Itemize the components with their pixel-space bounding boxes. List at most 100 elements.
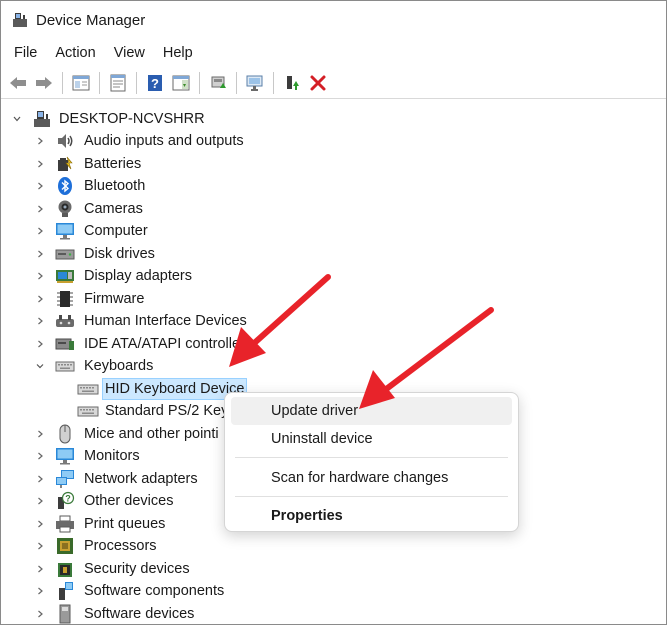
disk-drive-icon (55, 244, 75, 264)
action-pane-icon[interactable] (169, 71, 193, 95)
tree-item-label: Mice and other pointi (84, 426, 219, 442)
mouse-icon (55, 424, 75, 444)
tree-item-display-adapters[interactable]: Display adapters (34, 265, 194, 287)
tree-item-ide-ata-atapi-controllers[interactable]: IDE ATA/ATAPI controllers (34, 333, 254, 355)
menu-bar: File Action View Help (1, 41, 202, 65)
help-icon[interactable]: ? (143, 71, 167, 95)
chevron-right-icon[interactable] (34, 450, 46, 462)
chevron-down-icon[interactable] (11, 113, 23, 125)
chevron-right-icon[interactable] (34, 473, 46, 485)
tree-item-label: Processors (84, 538, 157, 554)
firmware-chip-icon (55, 289, 75, 309)
chevron-right-icon[interactable] (34, 585, 46, 597)
chevron-right-icon[interactable] (34, 180, 46, 192)
tree-item-other-devices[interactable]: ? Other devices (34, 490, 175, 512)
network-adapter-icon (55, 469, 75, 489)
tree-item-processors[interactable]: Processors (34, 535, 159, 557)
ide-controller-icon (55, 334, 75, 354)
context-menu-uninstall-device[interactable]: Uninstall device (231, 425, 512, 453)
context-menu-separator (235, 496, 508, 497)
tree-item-hid-keyboard-device[interactable]: HID Keyboard Device (77, 378, 248, 400)
tree-item-label: Security devices (84, 561, 190, 577)
battery-icon (55, 154, 75, 174)
forward-icon[interactable] (32, 71, 56, 95)
chevron-right-icon[interactable] (34, 225, 46, 237)
tree-item-disk-drives[interactable]: Disk drives (34, 243, 157, 265)
menu-help[interactable]: Help (154, 45, 202, 61)
chevron-right-icon[interactable] (34, 338, 46, 350)
other-devices-icon: ? (55, 491, 75, 511)
tree-item-label: Monitors (84, 448, 140, 464)
tree-item-cameras[interactable]: Cameras (34, 198, 145, 220)
tree-item-label: Software components (84, 583, 225, 599)
chevron-right-icon[interactable] (34, 315, 46, 327)
device-manager-window: Device Manager File Action View Help ? D… (0, 0, 667, 625)
speaker-icon (55, 131, 75, 151)
show-hide-console-tree-icon[interactable] (69, 71, 93, 95)
chevron-down-icon[interactable] (34, 360, 46, 372)
chevron-right-icon[interactable] (34, 540, 46, 552)
device-manager-app-icon (12, 12, 28, 28)
svg-text:?: ? (151, 76, 159, 91)
menu-file[interactable]: File (5, 45, 46, 61)
device-tree: DESKTOP-NCVSHRR Audio inputs and outputs… (1, 105, 666, 624)
tree-item-security-devices[interactable]: Security devices (34, 558, 192, 580)
toolbar-separator (273, 71, 274, 94)
chevron-right-icon[interactable] (34, 203, 46, 215)
security-device-icon (55, 559, 75, 579)
tree-item-mice-and-other-pointing-devices[interactable]: Mice and other pointi (34, 423, 221, 445)
tree-item-standard-ps2-keyboard[interactable]: Standard PS/2 Key (77, 400, 230, 422)
chevron-right-icon[interactable] (34, 563, 46, 575)
context-menu-scan-for-hardware-changes[interactable]: Scan for hardware changes (231, 464, 512, 492)
chevron-right-icon[interactable] (34, 293, 46, 305)
chevron-right-icon[interactable] (34, 608, 46, 620)
chevron-right-icon[interactable] (34, 428, 46, 440)
toolbar-separator (99, 71, 100, 94)
toolbar-separator (236, 71, 237, 94)
tree-item-label: IDE ATA/ATAPI controllers (84, 336, 253, 352)
tree-item-software-devices[interactable]: Software devices (34, 603, 196, 624)
tree-root[interactable]: DESKTOP-NCVSHRR (11, 108, 207, 130)
scan-hardware-icon[interactable] (243, 71, 267, 95)
chevron-right-icon[interactable] (34, 248, 46, 260)
tree-item-computer[interactable]: Computer (34, 220, 150, 242)
tree-item-audio-inputs-and-outputs[interactable]: Audio inputs and outputs (34, 130, 246, 152)
chevron-right-icon[interactable] (34, 158, 46, 170)
svg-text:?: ? (65, 494, 71, 504)
tree-item-batteries[interactable]: Batteries (34, 153, 143, 175)
keyboard-icon (55, 356, 75, 376)
window-title: Device Manager (36, 11, 146, 29)
uninstall-device-icon[interactable] (306, 71, 330, 95)
chevron-right-icon[interactable] (34, 518, 46, 530)
chevron-right-icon[interactable] (34, 495, 46, 507)
menu-view[interactable]: View (105, 45, 154, 61)
tree-item-network-adapters[interactable]: Network adapters (34, 468, 200, 490)
tree-root-label: DESKTOP-NCVSHRR (59, 111, 205, 127)
keyboard-icon (77, 379, 99, 399)
context-menu-update-driver[interactable]: Update driver (231, 397, 512, 425)
tree-item-print-queues[interactable]: Print queues (34, 513, 167, 535)
context-menu-properties[interactable]: Properties (231, 502, 512, 530)
tree-item-keyboards[interactable]: Keyboards (34, 355, 155, 377)
tree-item-label: Audio inputs and outputs (84, 133, 244, 149)
toolbar-separator (136, 71, 137, 94)
computer-root-icon (32, 109, 52, 129)
menu-action[interactable]: Action (46, 45, 104, 61)
chevron-right-icon[interactable] (34, 135, 46, 147)
tree-item-label: Display adapters (84, 268, 192, 284)
tree-item-label: Disk drives (84, 246, 155, 262)
properties-icon[interactable] (106, 71, 130, 95)
tree-item-software-components[interactable]: Software components (34, 580, 226, 602)
tree-item-bluetooth[interactable]: Bluetooth (34, 175, 147, 197)
chevron-right-icon[interactable] (34, 270, 46, 282)
enable-device-icon[interactable] (280, 71, 304, 95)
title-bar: Device Manager (1, 1, 666, 39)
tree-item-human-interface-devices[interactable]: Human Interface Devices (34, 310, 249, 332)
tree-item-label: Network adapters (84, 471, 198, 487)
tree-item-firmware[interactable]: Firmware (34, 288, 146, 310)
tree-item-monitors[interactable]: Monitors (34, 445, 142, 467)
tree-item-label: Standard PS/2 Key (105, 403, 229, 419)
tree-item-label: Print queues (84, 516, 166, 532)
back-icon[interactable] (6, 71, 30, 95)
update-driver-icon[interactable] (206, 71, 230, 95)
